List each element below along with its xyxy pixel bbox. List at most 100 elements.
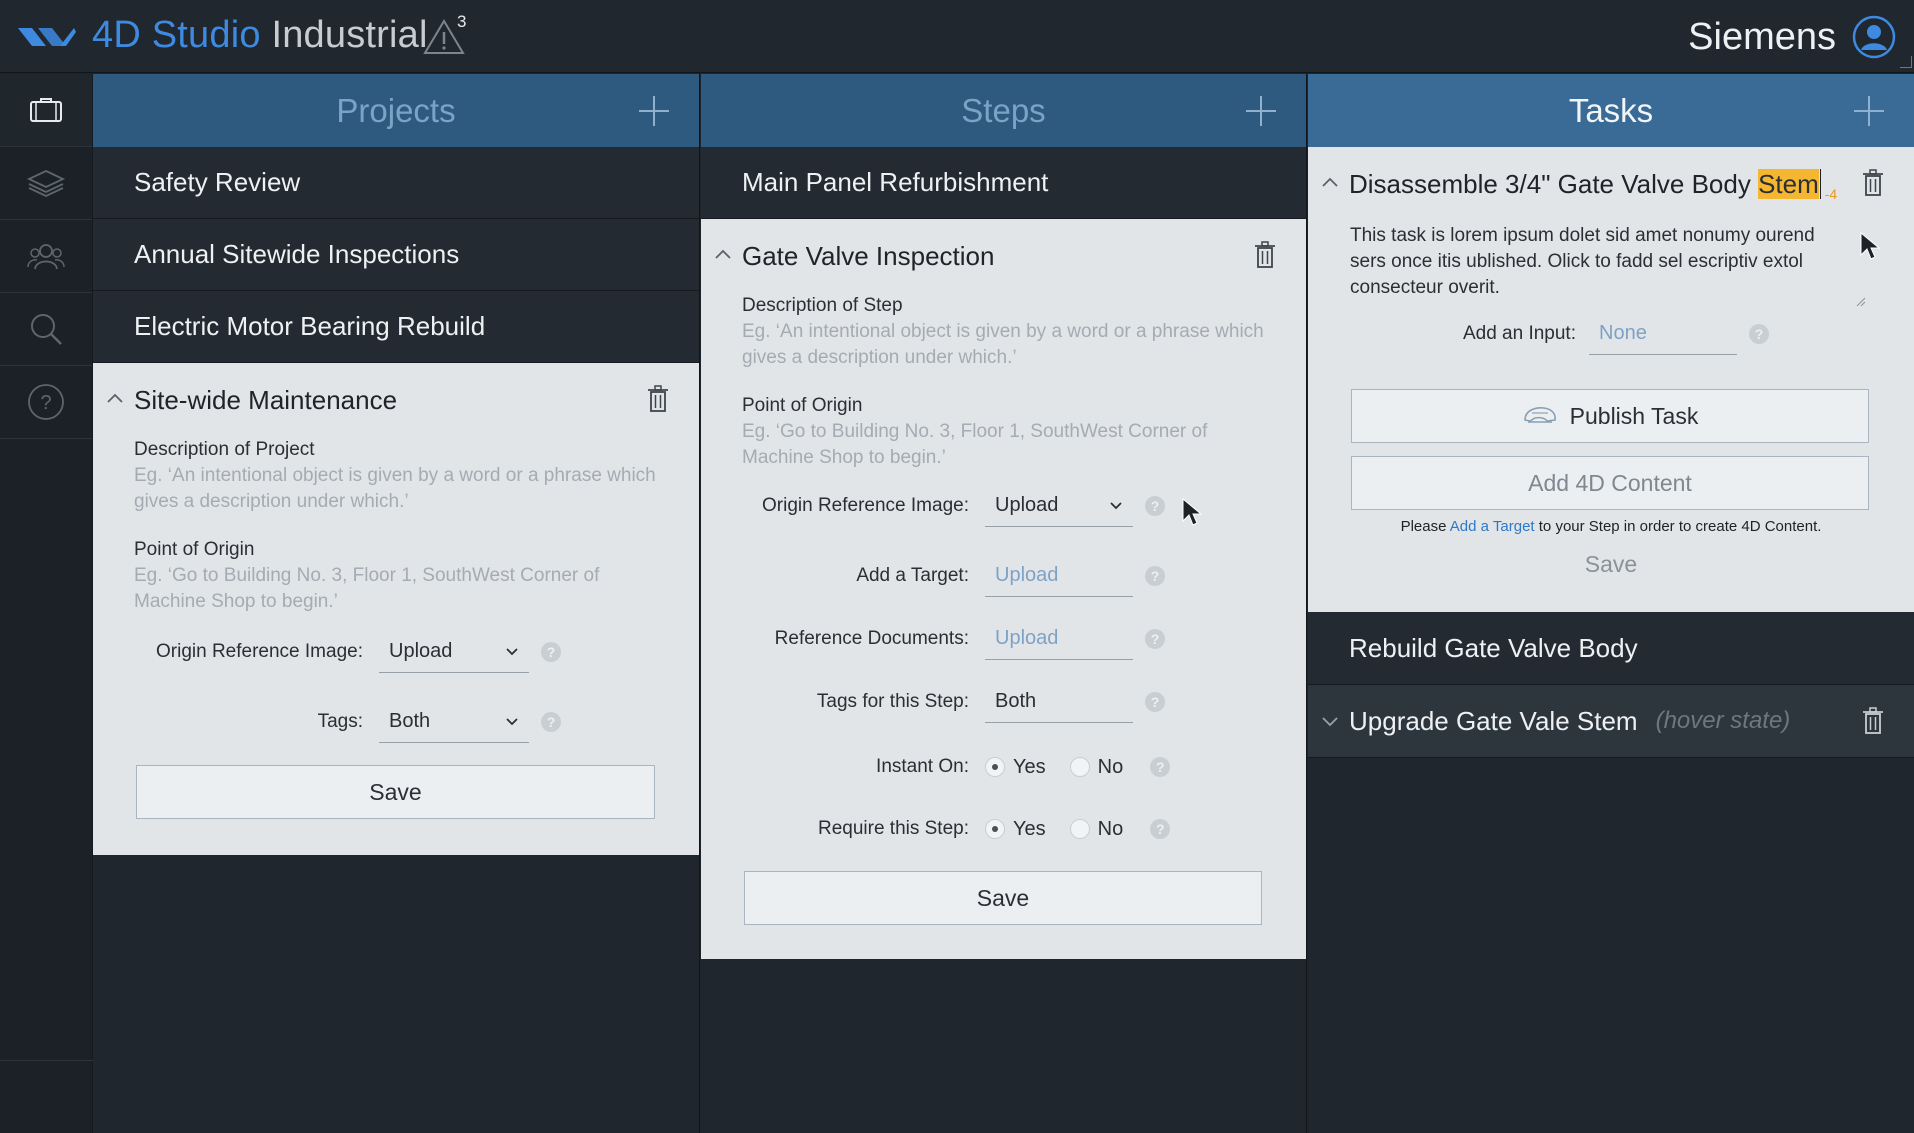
step-item[interactable]: Main Panel Refurbishment: [701, 147, 1306, 219]
tasks-column: Tasks Disassemble 3/4" Gate Valve Body S…: [1308, 74, 1914, 1133]
origin-label: Point of Origin: [742, 395, 863, 416]
project-title[interactable]: Site-wide Maintenance: [134, 385, 397, 416]
chevron-up-icon[interactable]: [105, 391, 125, 405]
svg-text:?: ?: [40, 392, 51, 414]
help-icon[interactable]: ?: [1145, 629, 1165, 649]
task-item-label: Rebuild Gate Valve Body: [1349, 632, 1638, 663]
task-panel-head[interactable]: Disassemble 3/4" Gate Valve Body Stem -4: [1308, 147, 1914, 219]
require-no-radio[interactable]: [1069, 819, 1090, 839]
chevron-down-icon: [506, 718, 518, 726]
step-title[interactable]: Gate Valve Inspection: [742, 241, 994, 272]
step-require-row: Require this Step: Yes No ?: [701, 809, 1171, 849]
trash-icon[interactable]: [647, 385, 669, 413]
instant-on-yes-radio[interactable]: [985, 757, 1005, 777]
publish-task-button[interactable]: Publish Task: [1351, 389, 1869, 443]
origin-hint[interactable]: Eg. ‘Go to Building No. 3, Floor 1, Sout…: [742, 419, 1266, 471]
require-yes-radio[interactable]: [985, 819, 1005, 839]
help-icon[interactable]: ?: [1150, 757, 1171, 777]
ref-image-label: Origin Reference Image:: [156, 641, 363, 662]
origin-hint[interactable]: Eg. ‘Go to Building No. 3, Floor 1, Sout…: [134, 563, 659, 615]
step-origin-section: Point of Origin Eg. ‘Go to Building No. …: [742, 395, 1266, 471]
task-item-label: Upgrade Gate Vale Stem: [1349, 705, 1638, 736]
chevron-down-icon[interactable]: [1320, 715, 1340, 729]
steps-header-title: Steps: [961, 91, 1046, 129]
target-upload-field[interactable]: Upload: [985, 555, 1133, 597]
rail-item-users[interactable]: [0, 220, 92, 293]
help-icon[interactable]: ?: [541, 712, 561, 732]
add-task-icon[interactable]: [1854, 96, 1884, 126]
help-icon[interactable]: ?: [1145, 566, 1165, 586]
help-icon[interactable]: ?: [1150, 819, 1171, 839]
chevron-up-icon[interactable]: [1320, 175, 1340, 189]
rail-item-help[interactable]: ?: [0, 366, 92, 439]
text-caret: [1819, 169, 1821, 199]
search-icon: [31, 314, 62, 345]
chevron-up-icon[interactable]: [713, 247, 733, 261]
help-icon[interactable]: ?: [1145, 692, 1165, 712]
ref-image-select[interactable]: Upload: [985, 485, 1133, 527]
help-icon[interactable]: ?: [1749, 324, 1769, 344]
app-logo-icon[interactable]: [16, 20, 78, 54]
steps-column: Steps Main Panel Refurbishment Gate Valv…: [701, 74, 1307, 1133]
rail-item-search[interactable]: [0, 293, 92, 366]
project-tags-row: Tags: Both ?: [93, 701, 561, 743]
rail-item-layers[interactable]: [0, 147, 92, 220]
rail-item-projects[interactable]: [0, 74, 92, 147]
target-label: Add a Target:: [856, 565, 969, 586]
ref-docs-upload-field[interactable]: Upload: [985, 618, 1133, 660]
trash-icon[interactable]: [1862, 169, 1884, 197]
chevron-down-icon: [506, 648, 518, 656]
hover-state-hint: (hover state): [1655, 707, 1791, 734]
help-icon[interactable]: ?: [541, 642, 561, 662]
mouse-cursor-icon: [1860, 231, 1881, 260]
require-no-label: No: [1097, 817, 1124, 840]
trash-icon[interactable]: [1862, 707, 1884, 735]
step-target-row: Add a Target: Upload ?: [701, 555, 1165, 597]
project-panel-head[interactable]: Site-wide Maintenance: [93, 363, 699, 435]
chevron-down-icon: [1110, 502, 1122, 510]
task-edit-panel: Disassemble 3/4" Gate Valve Body Stem -4 …: [1308, 147, 1914, 612]
help-icon[interactable]: ?: [1145, 496, 1165, 516]
task-item[interactable]: Upgrade Gate Vale Stem (hover state): [1308, 685, 1914, 758]
input-label: Add an Input:: [1462, 323, 1576, 344]
origin-label: Point of Origin: [134, 539, 255, 560]
user-name[interactable]: Siemens: [1688, 16, 1836, 59]
resize-handle-icon[interactable]: [1856, 297, 1866, 307]
add-target-note: Please Add a Target to your Step in orde…: [1308, 518, 1914, 535]
trash-icon[interactable]: [1254, 241, 1276, 269]
project-item[interactable]: Annual Sitewide Inspections: [93, 219, 699, 291]
project-save-button[interactable]: Save: [136, 765, 655, 819]
tags-field[interactable]: Both: [985, 681, 1133, 723]
task-description-textarea[interactable]: This task is lorem ipsum dolet sid amet …: [1350, 223, 1854, 301]
project-item[interactable]: Safety Review: [93, 147, 699, 219]
add-step-icon[interactable]: [1246, 96, 1276, 126]
description-hint[interactable]: Eg. ‘An intentional object is given by a…: [134, 463, 659, 515]
user-avatar-icon[interactable]: [1852, 15, 1896, 59]
step-save-button[interactable]: Save: [744, 871, 1262, 925]
tags-select[interactable]: Both: [379, 701, 529, 743]
steps-header: Steps: [701, 74, 1306, 147]
resize-corner-icon: [1900, 56, 1912, 68]
step-ref-docs-row: Reference Documents: Upload ?: [701, 618, 1165, 660]
ref-docs-label: Reference Documents:: [774, 628, 969, 649]
step-panel-head[interactable]: Gate Valve Inspection: [701, 219, 1306, 291]
instant-on-no-radio[interactable]: [1069, 757, 1090, 777]
briefcase-icon: [30, 98, 62, 122]
description-label: Description of Step: [742, 295, 903, 316]
instant-on-label: Instant On:: [876, 756, 969, 777]
task-save-button[interactable]: Save: [1308, 551, 1914, 578]
tags-label: Tags:: [317, 711, 363, 732]
add-4d-content-button[interactable]: Add 4D Content: [1351, 456, 1869, 510]
task-item[interactable]: Rebuild Gate Valve Body: [1308, 612, 1914, 685]
add-target-link[interactable]: Add a Target: [1450, 518, 1535, 535]
add-project-icon[interactable]: [639, 96, 669, 126]
input-select[interactable]: None: [1589, 313, 1737, 355]
description-hint[interactable]: Eg. ‘An intentional object is given by a…: [742, 319, 1266, 371]
project-item[interactable]: Electric Motor Bearing Rebuild: [93, 291, 699, 363]
headset-icon: [1523, 407, 1556, 423]
instant-on-yes-label: Yes: [1013, 755, 1046, 778]
rail-divider: [0, 1060, 93, 1061]
task-title-input[interactable]: Disassemble 3/4" Gate Valve Body Stem -4: [1349, 169, 1837, 202]
ref-image-select[interactable]: Upload: [379, 631, 529, 673]
require-yes-label: Yes: [1013, 817, 1046, 840]
